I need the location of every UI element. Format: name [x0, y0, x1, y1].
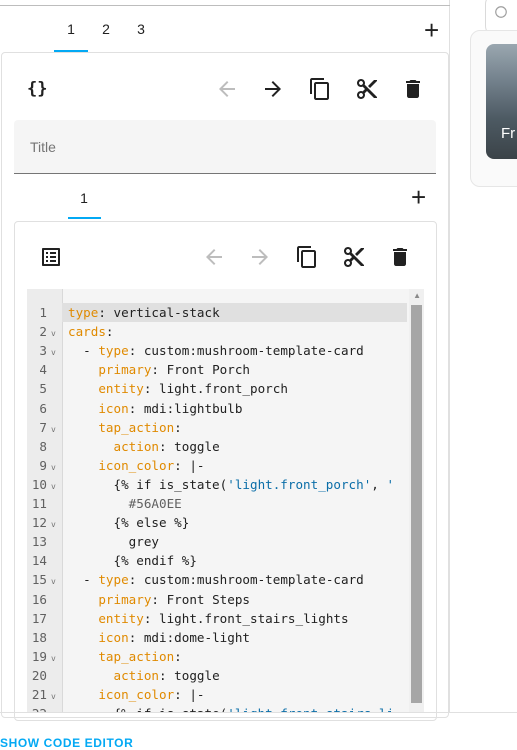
- chip-icon: [495, 6, 507, 18]
- code-line: 3v - type: custom:mushroom-template-card: [27, 341, 424, 360]
- add-inner-card-plus-icon[interactable]: +: [411, 184, 426, 210]
- line-number: 6: [39, 400, 47, 416]
- preview-card-image[interactable]: Fr: [486, 44, 517, 159]
- scrollbar-thumb[interactable]: [411, 305, 422, 703]
- yaml-code-editor[interactable]: 1 type: vertical-stack 2 v cards: 3 v - type: …: [27, 289, 424, 712]
- inner-tab-1[interactable]: 1: [74, 190, 94, 206]
- scissors-icon[interactable]: [342, 245, 366, 269]
- scroll-up-arrow-icon[interactable]: ▲: [413, 291, 421, 300]
- editor-scrollbar[interactable]: ▲: [409, 289, 424, 712]
- code-line: 19 v tap_action:: [27, 647, 424, 666]
- code-text[interactable]: grey: [68, 532, 159, 551]
- code-line: 17 entity: light.front_stairs_lights: [27, 609, 424, 628]
- code-text[interactable]: {% if is_state('light.front_stairs_li: [68, 704, 394, 712]
- copy-icon[interactable]: [295, 245, 319, 269]
- code-text[interactable]: action: toggle: [68, 666, 220, 685]
- trash-icon[interactable]: [401, 77, 425, 101]
- code-text[interactable]: {% else %}: [68, 513, 189, 532]
- code-text[interactable]: - type: custom:mushroom-template-card: [68, 341, 364, 360]
- line-number: 20: [31, 667, 47, 683]
- arrow-right-icon[interactable]: [261, 77, 285, 101]
- scissors-icon[interactable]: [355, 77, 379, 101]
- tab-1[interactable]: 1: [61, 21, 81, 37]
- code-text[interactable]: primary: Front Porch: [68, 360, 250, 379]
- code-text[interactable]: {% if is_state('light.front_porch', ': [68, 475, 394, 494]
- code-line: 4 primary: Front Porch: [27, 360, 424, 379]
- code-text[interactable]: cards:: [68, 322, 114, 341]
- add-card-plus-icon[interactable]: +: [424, 17, 439, 43]
- line-number: 13: [31, 534, 47, 550]
- code-line: 8 action: toggle: [27, 437, 424, 456]
- code-line: 7v tap_action:: [27, 418, 424, 437]
- card-editor: 1 2 3 + {} 1 +: [0, 0, 450, 721]
- code-line: 22 {% if is_state('light.front_stairs_li: [27, 704, 424, 712]
- list-box-icon[interactable]: [39, 245, 63, 269]
- line-number: 15: [31, 572, 47, 588]
- line-number: 16: [31, 591, 47, 607]
- code-text[interactable]: type: vertical-stack: [68, 303, 220, 322]
- line-number: 8: [39, 438, 47, 454]
- line-number: 19: [31, 648, 47, 664]
- svg-text:{}: {}: [27, 79, 47, 99]
- code-text[interactable]: primary: Front Steps: [68, 590, 250, 609]
- trash-icon[interactable]: [388, 245, 412, 269]
- arrow-left-icon[interactable]: [215, 77, 239, 101]
- line-number: 21: [31, 687, 47, 702]
- bottom-divider: [0, 712, 517, 713]
- code-text[interactable]: icon: mdi:lightbulb: [68, 399, 242, 418]
- line-number: 11: [31, 496, 47, 511]
- inner-active-tab-indicator: [68, 217, 101, 219]
- code-line: 21 v icon_color: |-: [27, 685, 424, 704]
- code-text[interactable]: icon_color: |-: [68, 456, 204, 475]
- line-number: 14: [31, 553, 47, 569]
- outer-tab-bar: 1 2 3 +: [0, 6, 450, 52]
- code-line: 12 v {% else %}: [27, 513, 424, 532]
- tab-3[interactable]: 3: [131, 21, 151, 37]
- code-text[interactable]: tap_action:: [68, 418, 181, 437]
- line-number: 17: [31, 610, 47, 626]
- line-number: 12: [31, 515, 47, 531]
- arrow-right-icon[interactable]: [248, 245, 272, 269]
- code-line: 11 #56A0EE: [27, 494, 424, 513]
- code-line: 1 type: vertical-stack: [27, 303, 424, 322]
- line-number: 7: [39, 419, 47, 435]
- code-text[interactable]: {% endif %}: [68, 551, 196, 570]
- line-number: 22: [27, 704, 47, 712]
- code-braces-icon[interactable]: {}: [26, 76, 50, 100]
- copy-icon[interactable]: [308, 77, 332, 101]
- code-text[interactable]: icon_color: |-: [68, 685, 204, 704]
- code-text[interactable]: tap_action:: [68, 647, 181, 666]
- line-number: 3: [39, 343, 47, 359]
- title-field[interactable]: [14, 120, 436, 174]
- line-number: 1: [39, 305, 47, 320]
- code-line: 15 v - type: custom:mushroom-template-car…: [27, 570, 424, 589]
- code-line: 16 primary: Front Steps: [27, 590, 424, 609]
- line-number: 18: [31, 629, 47, 645]
- code-line: 10 v {% if is_state('light.front_porch', …: [27, 475, 424, 494]
- code-text[interactable]: icon: mdi:dome-light: [68, 628, 250, 647]
- code-line: 14 {% endif %}: [27, 551, 424, 570]
- code-line: 20 action: toggle: [27, 666, 424, 685]
- code-line: 2 v cards:: [27, 322, 424, 341]
- line-number: 9: [39, 457, 47, 473]
- line-number: 4: [39, 362, 47, 378]
- code-line: 13 grey: [27, 532, 424, 551]
- code-text[interactable]: entity: light.front_porch: [68, 379, 288, 398]
- code-text[interactable]: - type: custom:mushroom-template-card: [68, 570, 364, 589]
- tab-2[interactable]: 2: [96, 21, 116, 37]
- code-line: 5 entity: light.front_porch: [27, 379, 424, 398]
- line-number: 5: [39, 381, 47, 397]
- code-text[interactable]: entity: light.front_stairs_lights: [68, 609, 348, 628]
- line-number: 2: [39, 324, 47, 340]
- preview-card-label: Fr: [501, 125, 516, 142]
- title-input[interactable]: [14, 120, 436, 173]
- code-line: 9v icon_color: |-: [27, 456, 424, 475]
- code-line: 6 icon: mdi:lightbulb: [27, 399, 424, 418]
- arrow-left-icon[interactable]: [202, 245, 226, 269]
- line-number: 10: [31, 476, 47, 492]
- code-text[interactable]: action: toggle: [68, 437, 220, 456]
- code-text[interactable]: #56A0EE: [68, 494, 182, 513]
- code-line: 18 icon: mdi:dome-light: [27, 628, 424, 647]
